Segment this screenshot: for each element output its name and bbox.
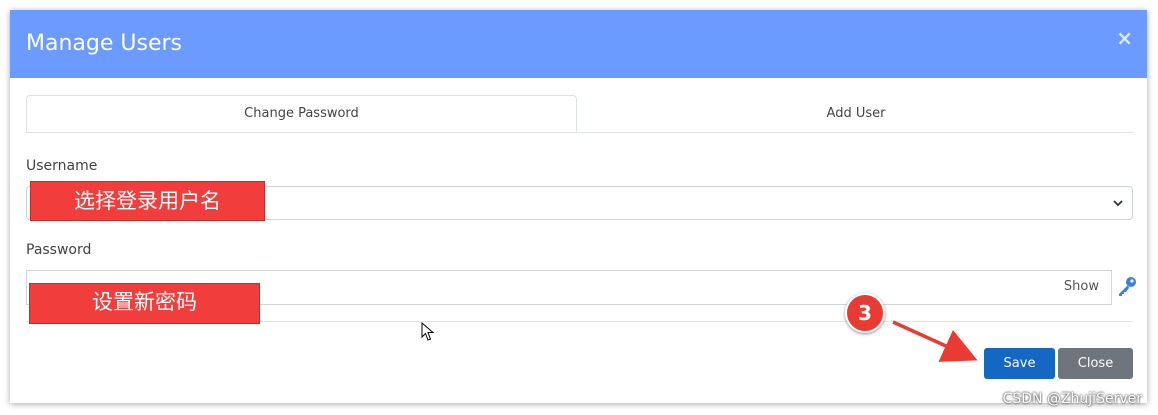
tab-bar: Change Password Add User — [26, 95, 1133, 133]
save-button[interactable]: Save — [984, 348, 1055, 379]
modal-title: Manage Users — [26, 31, 182, 56]
username-label: Username — [26, 158, 98, 174]
watermark: CSDN @ZhujiServer — [1002, 391, 1142, 407]
step-marker: 3 — [845, 293, 885, 333]
key-icon[interactable] — [1116, 275, 1138, 297]
close-icon[interactable]: × — [1116, 26, 1133, 50]
annotation-password: 设置新密码 — [29, 283, 260, 324]
annotation-username: 选择登录用户名 — [30, 181, 265, 221]
mouse-cursor-icon — [421, 322, 435, 341]
close-button[interactable]: Close — [1058, 348, 1133, 379]
tab-add-user[interactable]: Add User — [579, 95, 1133, 132]
modal-header: Manage Users × — [10, 10, 1147, 78]
show-password-button[interactable]: Show — [1064, 279, 1099, 294]
tab-change-password[interactable]: Change Password — [26, 95, 577, 132]
password-label: Password — [26, 242, 92, 258]
chevron-down-icon — [1113, 200, 1123, 207]
